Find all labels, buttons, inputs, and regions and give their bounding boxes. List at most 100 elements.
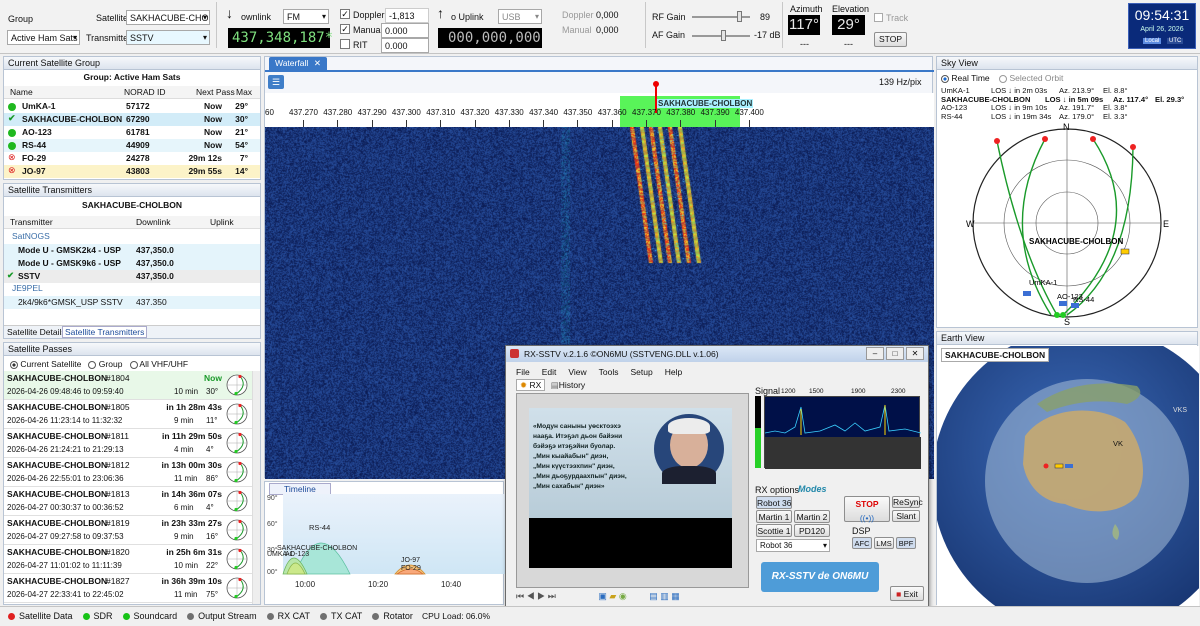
group-select[interactable]: Active Ham Sats	[7, 30, 80, 45]
maximize-button[interactable]: □	[886, 347, 904, 360]
tab-satellite-transmitters[interactable]: Satellite Transmitters	[62, 326, 148, 338]
menu-item-view[interactable]: View	[568, 367, 586, 377]
downlink-frequency-display[interactable]: 437,348,187*	[228, 28, 333, 48]
tab-rx[interactable]: ✹ RX	[516, 379, 546, 391]
satellite-group-row[interactable]: RS-44 44909 Now 54°	[4, 139, 260, 152]
tab-waterfall[interactable]: Waterfall ✕	[269, 57, 327, 70]
rit-input[interactable]: 0.000	[381, 38, 429, 53]
exit-button[interactable]: ■ Exit	[890, 586, 924, 601]
status-item: Rotator	[372, 611, 413, 621]
passes-scrollbar[interactable]	[252, 371, 260, 604]
radio-group[interactable]	[88, 360, 97, 369]
mode-martin2-button[interactable]: Martin 2	[794, 510, 830, 523]
pass-item[interactable]: SAKHACUBE-CHOLBON #1827 in 36h 39m 10s 2026…	[4, 574, 252, 603]
tab-satellite-details[interactable]: Satellite Details	[7, 327, 66, 337]
transmitter-row[interactable]: Mode U - GMSK9k6 - USP 437,350.0	[4, 257, 260, 270]
sky-polar-chart[interactable]: N E S W SAKHACUBE-CHOLBON UmKA-1 AO-123 …	[937, 119, 1199, 327]
first-icon[interactable]: ⏮	[516, 591, 524, 601]
af-gain-slider[interactable]	[692, 30, 750, 41]
pass-item[interactable]: SAKHACUBE-CHOLBON #1811 in 11h 29m 50s 2026…	[4, 429, 252, 458]
mode-pd120-button[interactable]: PD120	[794, 524, 830, 537]
satellite-group-row[interactable]: ⊗ FO-29 24278 29m 12s 7°	[4, 152, 260, 165]
clock-utc-badge[interactable]: UTC	[1167, 38, 1184, 44]
timeline-chart[interactable]: 90° 60° 30° 00° RS-44 SAKHACUBE-CHOLBON …	[265, 494, 505, 605]
folder-icon[interactable]: ▰	[609, 591, 616, 601]
mode-robot36-button[interactable]: Robot 36	[756, 496, 792, 509]
menu-item-help[interactable]: Help	[665, 367, 682, 377]
pass-item[interactable]: SAKHACUBE-CHOLBON #1820 in 25h 6m 31s 2026-…	[4, 545, 252, 574]
settings-sliders-icon[interactable]: ☰	[268, 75, 284, 89]
sstv-stop-button[interactable]: STOP ((•))	[844, 496, 890, 523]
azimuth-label: Azimuth	[790, 4, 823, 14]
transmitter-row[interactable]: Mode U - GMSK2k4 - USP 437,350.0	[4, 244, 260, 257]
pass-number: #1804	[106, 373, 130, 383]
radio-all-vhf-uhf[interactable]	[129, 360, 138, 369]
radio-selected-orbit[interactable]	[999, 74, 1008, 83]
menu-item-tools[interactable]: Tools	[599, 367, 619, 377]
satellite-group-row[interactable]: ⊗ JO-97 43803 29m 55s 14°	[4, 165, 260, 178]
save-icon[interactable]: ▣	[598, 591, 607, 601]
lms-button[interactable]: LMS	[874, 537, 894, 549]
transmitter-row[interactable]: 2k4/9k6*GMSK_USP SSTV 437.350	[4, 296, 260, 309]
close-icon[interactable]: ✕	[314, 58, 321, 69]
satellite-icon-sakhacube[interactable]	[1054, 463, 1064, 469]
close-button[interactable]: ✕	[906, 347, 924, 360]
rotator-stop-button[interactable]: STOP	[874, 32, 907, 47]
disk2-icon[interactable]: ▥	[660, 591, 669, 601]
last-icon[interactable]: ⏭	[548, 591, 556, 601]
pass-item[interactable]: SAKHACUBE-CHOLBON #1812 in 13h 00m 30s 2026…	[4, 458, 252, 487]
disk3-icon[interactable]: ▦	[671, 591, 680, 601]
uplink-frequency-display[interactable]: 000,000,000	[438, 28, 542, 48]
rit-checkbox[interactable]	[340, 39, 350, 49]
sstv-image-frame: «Модун саныны уөсктоэхэ нааҕа. Итэҕэл дьо…	[516, 393, 749, 588]
track-checkbox[interactable]	[874, 13, 883, 22]
resync-button[interactable]: ReSync	[892, 496, 923, 508]
minimize-button[interactable]: –	[866, 347, 884, 360]
radio-real-time[interactable]	[941, 74, 949, 83]
afc-button[interactable]: AFC	[852, 537, 872, 549]
satellite-icon-other[interactable]	[1065, 464, 1073, 468]
tab-history[interactable]: ▤History	[548, 380, 588, 390]
satellite-icon-sakhacube[interactable]	[1120, 248, 1130, 255]
mode-select[interactable]: Robot 36	[756, 539, 830, 552]
bpf-button[interactable]: BPF	[896, 537, 916, 549]
menu-item-file[interactable]: File	[516, 367, 530, 377]
downlink-mode-select[interactable]: FM	[283, 9, 329, 24]
prev-icon[interactable]: ◀	[527, 591, 535, 601]
sstv-titlebar[interactable]: RX-SSTV v.2.1.6 ©ON6MU (SSTVENG.DLL v.1.…	[506, 346, 928, 362]
pass-item[interactable]: SAKHACUBE-CHOLBON #1804 Now 2026-04-26 09:4…	[4, 371, 252, 400]
rf-gain-slider[interactable]	[692, 11, 750, 22]
satellite-select[interactable]: SAKHACUBE-CHO	[126, 10, 210, 25]
zoom-icon[interactable]: ◉	[619, 591, 627, 601]
satellite-group-row[interactable]: ✔ SAKHACUBE-CHOLBON 67290 Now 30°	[4, 113, 260, 126]
radio-current-satellite[interactable]	[10, 360, 18, 369]
disk-icon[interactable]: ▤	[649, 591, 658, 601]
signal-spectrum[interactable]: 1200 1500 1900 2300	[764, 388, 921, 469]
sstv-decoded-image[interactable]: «Модун саныны уөсктоэхэ нааҕа. Итэҕэл дьо…	[529, 408, 732, 568]
clock-local-badge[interactable]: Local	[1143, 38, 1162, 44]
pass-item[interactable]: SAKHACUBE-CHOLBON #1805 in 1h 28m 43s 2026-…	[4, 400, 252, 429]
ground-station-marker[interactable]	[1043, 463, 1049, 469]
satellite-group-row[interactable]: AO-123 61781 Now 21°	[4, 126, 260, 139]
satellite-icon-ao123[interactable]	[1059, 301, 1067, 306]
manual-checkbox[interactable]: ✓	[340, 24, 350, 34]
pass-item[interactable]: SAKHACUBE-CHOLBON #1819 in 23h 33m 27s 2026…	[4, 516, 252, 545]
menu-item-edit[interactable]: Edit	[542, 367, 557, 377]
satellite-group-row[interactable]: UmKA-1 57172 Now 29°	[4, 100, 260, 113]
transmitter-select[interactable]: SSTV	[126, 30, 210, 45]
doppler-checkbox[interactable]: ✓	[340, 9, 350, 19]
mode-martin1-button[interactable]: Martin 1	[756, 510, 792, 523]
rf-gain-thumb[interactable]	[737, 11, 743, 22]
uplink-mode-select[interactable]: USB	[498, 9, 542, 24]
mode-scottie1-button[interactable]: Scottie 1	[756, 524, 792, 537]
center-knob[interactable]	[653, 81, 659, 87]
next-icon[interactable]: ▶	[537, 591, 545, 601]
menu-item-setup[interactable]: Setup	[630, 367, 652, 377]
satellite-icon-umka[interactable]	[1023, 291, 1031, 296]
pass-item[interactable]: SAKHACUBE-CHOLBON #1813 in 14h 36m 07s 2026…	[4, 487, 252, 516]
frequency-scale[interactable]: SAKHACUBE-CHOLBON 60 437.270 437.280 437.2…	[265, 81, 934, 127]
manual-input[interactable]: 0.000	[381, 23, 429, 38]
af-gain-thumb[interactable]	[721, 30, 727, 41]
slant-button[interactable]: Slant	[892, 510, 920, 522]
earth-globe[interactable]: VK VKS	[937, 346, 1199, 606]
